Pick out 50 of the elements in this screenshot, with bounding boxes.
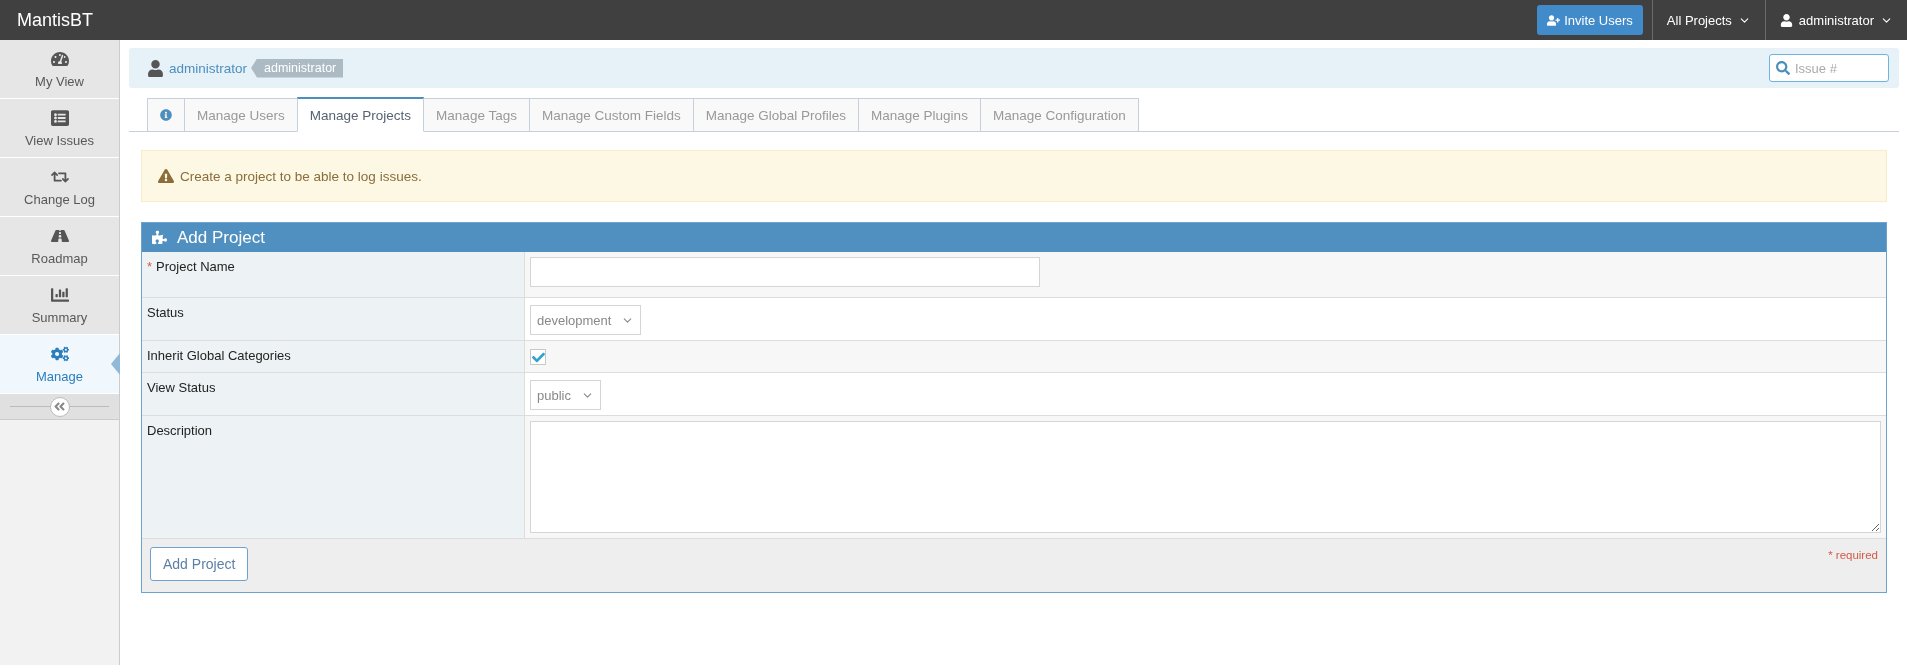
gears-icon	[50, 344, 69, 363]
field-label: Project Name	[156, 259, 235, 274]
user-icon	[147, 59, 164, 77]
checkbox[interactable]	[530, 349, 546, 365]
list-icon	[50, 108, 69, 127]
tab[interactable]: Manage Users	[184, 98, 298, 132]
required-mark: *	[147, 259, 153, 274]
user-menu[interactable]: administrator	[1764, 0, 1907, 40]
project-menu[interactable]: All Projects	[1651, 0, 1765, 40]
double-chevron-left-icon	[53, 400, 66, 413]
project-name-input[interactable]	[530, 257, 1040, 287]
select-field[interactable]: public	[530, 380, 601, 410]
collapse-sidebar-button[interactable]	[49, 396, 70, 417]
puzzle-piece-icon	[152, 230, 167, 245]
sidebar-item[interactable]: Summary	[0, 276, 119, 335]
tab[interactable]: Manage Custom Fields	[528, 98, 694, 132]
field-label: Description	[147, 423, 213, 438]
info-tab[interactable]	[147, 98, 185, 132]
sidebar-item[interactable]: My View	[0, 40, 119, 99]
search-icon	[1776, 61, 1790, 75]
tab[interactable]: Manage Projects	[296, 97, 425, 132]
bar-chart-icon	[50, 285, 69, 304]
sidebar-item[interactable]: Roadmap	[0, 217, 119, 276]
user-plus-icon	[1547, 13, 1561, 27]
sidebar-item[interactable]: Change Log	[0, 158, 119, 217]
invite-users-button[interactable]: Invite Users	[1537, 5, 1643, 35]
issue-search-field[interactable]: Issue #	[1769, 54, 1889, 82]
sidebar-item[interactable]: View Issues	[0, 99, 119, 158]
gauge-icon	[50, 49, 69, 68]
brand-logo[interactable]: MantisBT	[0, 0, 111, 40]
alert-text: Create a project to be able to log issues.	[180, 168, 422, 184]
active-pointer	[111, 353, 120, 375]
info-icon	[160, 109, 172, 121]
panel-title: Add Project	[177, 227, 265, 248]
tab[interactable]: Manage Configuration	[979, 98, 1139, 132]
check-icon	[531, 350, 545, 364]
field-label: Status	[147, 305, 184, 320]
tab[interactable]: Manage Tags	[423, 98, 530, 132]
select-field[interactable]: development	[530, 305, 642, 335]
required-note: * required	[1828, 549, 1878, 561]
user-icon	[1779, 13, 1793, 27]
field-label: Inherit Global Categories	[147, 348, 291, 363]
tab[interactable]: Manage Global Profiles	[692, 98, 860, 132]
tab[interactable]: Manage Plugins	[858, 98, 981, 132]
sidebar-item[interactable]: Manage	[0, 335, 119, 394]
field-label: View Status	[147, 380, 216, 395]
access-level-label: administrator	[251, 58, 344, 78]
add-project-button[interactable]: Add Project	[150, 547, 249, 581]
user-link[interactable]: administrator	[169, 60, 248, 76]
warning-icon	[158, 168, 174, 184]
